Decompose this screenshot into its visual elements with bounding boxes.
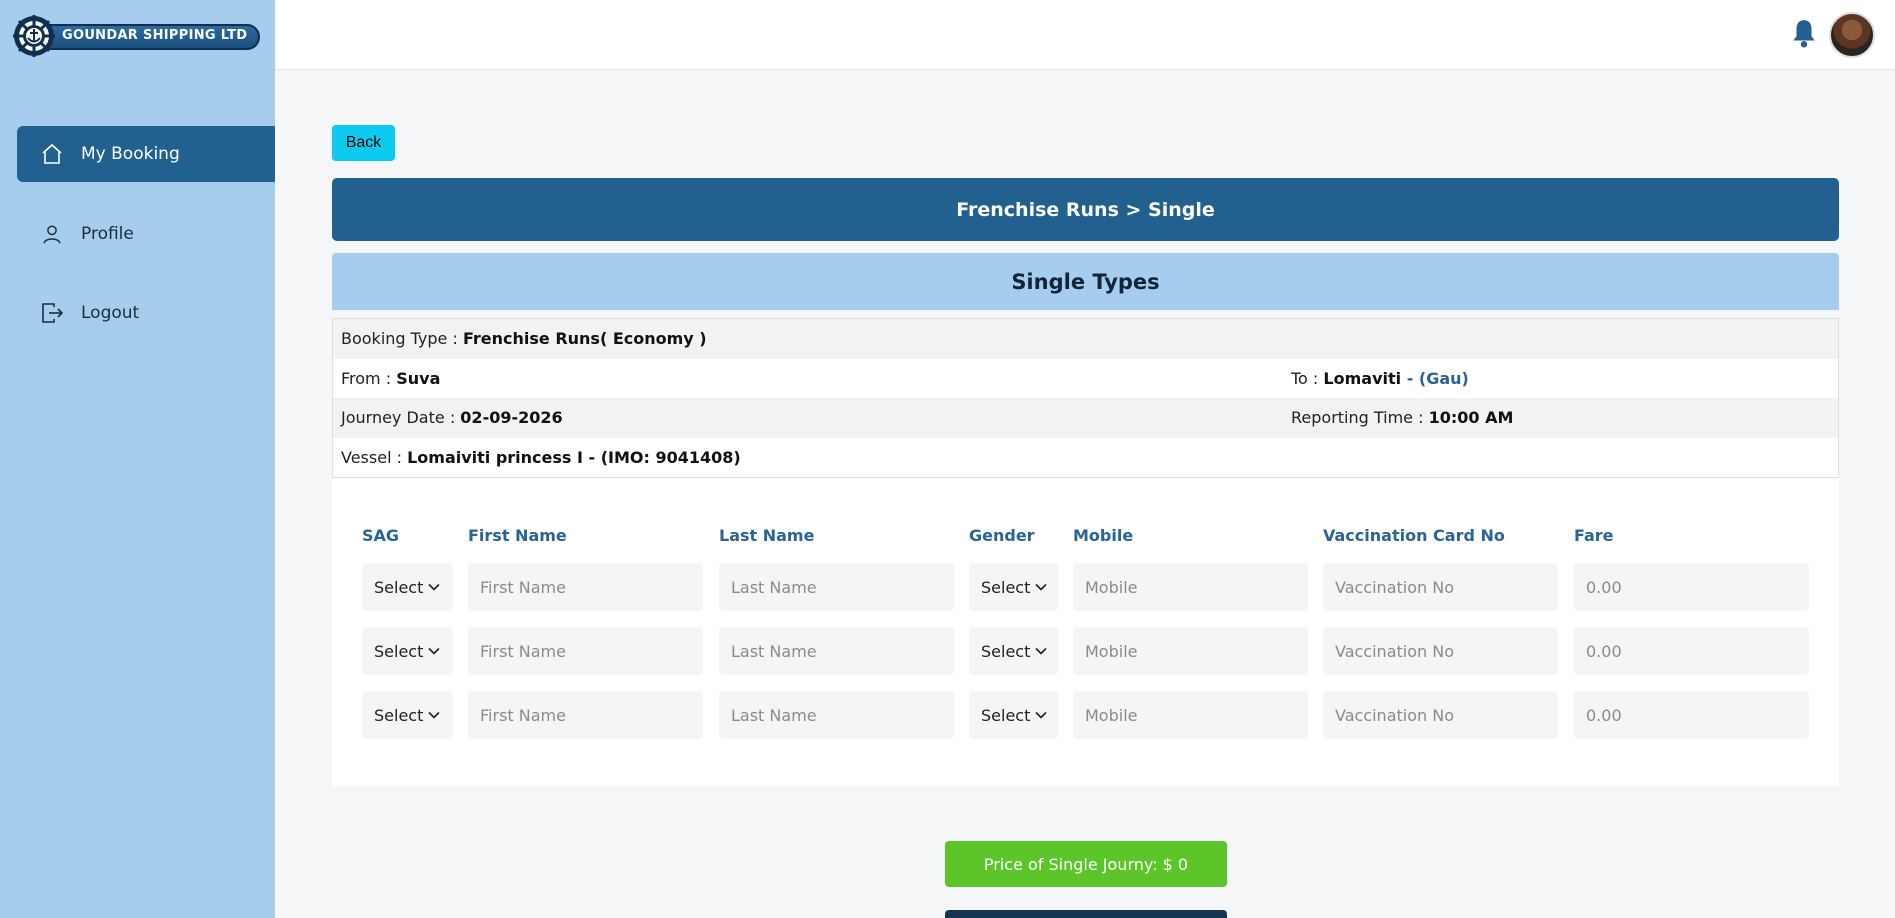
fare-field: 0.00 — [1574, 627, 1809, 675]
back-button[interactable]: Back — [332, 125, 395, 161]
logout-icon — [39, 300, 65, 326]
fare-field: 0.00 — [1574, 691, 1809, 739]
reporting-time-label: Reporting Time : — [1291, 408, 1424, 428]
brand-name: GOUNDAR SHIPPING LTD — [62, 28, 248, 43]
vessel-row: Vessel : Lomaiviti princess I - (IMO: 90… — [333, 438, 1838, 478]
user-avatar[interactable] — [1829, 12, 1875, 58]
sidebar-item-label: My Booking — [81, 144, 180, 164]
chevron-down-icon — [1035, 711, 1047, 719]
chevron-down-icon — [1035, 583, 1047, 591]
header-mobile: Mobile — [1073, 526, 1134, 545]
sag-select-value: Select — [374, 641, 424, 661]
route-row: From : Suva To : Lomaviti - (Gau) — [333, 359, 1838, 399]
vaccination-input[interactable]: Vaccination No — [1323, 691, 1558, 739]
last-name-input[interactable]: Last Name — [719, 563, 954, 611]
to-label: To : — [1291, 368, 1319, 388]
gender-select-value: Select — [981, 705, 1031, 725]
booking-info-table: Booking Type : Frenchise Runs( Economy )… — [332, 318, 1839, 478]
to-value: Lomaviti — [1323, 368, 1402, 388]
journey-date-label: Journey Date : — [341, 408, 456, 428]
mobile-input[interactable]: Mobile — [1073, 563, 1308, 611]
booking-type-value: Frenchise Runs( Economy ) — [462, 329, 707, 349]
last-name-input[interactable]: Last Name — [719, 691, 954, 739]
chevron-down-icon — [1035, 647, 1047, 655]
sag-select-value: Select — [374, 577, 424, 597]
brand-logo[interactable]: GOUNDAR SHIPPING LTD — [12, 14, 260, 58]
chevron-down-icon — [428, 711, 440, 719]
last-name-input[interactable]: Last Name — [719, 627, 954, 675]
date-row: Journey Date : 02-09-2026 Reporting Time… — [333, 398, 1838, 438]
chevron-down-icon — [428, 647, 440, 655]
vessel-value: Lomaiviti princess I - (IMO: 9041408) — [407, 447, 741, 467]
mobile-input[interactable]: Mobile — [1073, 691, 1308, 739]
sidebar-item-my-booking[interactable]: My Booking — [17, 126, 275, 182]
gender-select[interactable]: Select — [969, 691, 1058, 739]
vaccination-input[interactable]: Vaccination No — [1323, 627, 1558, 675]
vessel-label: Vessel : — [341, 447, 402, 467]
first-name-input[interactable]: First Name — [468, 563, 703, 611]
sidebar-item-label: Logout — [81, 303, 140, 323]
price-button[interactable]: Price of Single Journy: $ 0 — [945, 841, 1227, 887]
header-vaccination: Vaccination Card No — [1323, 526, 1505, 545]
booking-type-row: Booking Type : Frenchise Runs( Economy ) — [333, 319, 1838, 359]
header-sag: SAG — [362, 526, 400, 545]
sidebar: GOUNDAR SHIPPING LTD My Booking Profile … — [0, 0, 275, 918]
fare-field: 0.00 — [1574, 563, 1809, 611]
reporting-group: Reporting Time : 10:00 AM — [1291, 408, 1513, 427]
sag-select[interactable]: Select — [362, 691, 453, 739]
bell-icon[interactable] — [1791, 18, 1817, 48]
gender-select-value: Select — [981, 577, 1031, 597]
reporting-time-value: 10:00 AM — [1428, 408, 1514, 428]
to-suffix: - (Gau) — [1401, 368, 1469, 388]
sag-select[interactable]: Select — [362, 627, 453, 675]
top-bar — [275, 0, 1895, 70]
sidebar-item-profile[interactable]: Profile — [17, 206, 275, 262]
sidebar-item-label: Profile — [81, 224, 134, 244]
first-name-input[interactable]: First Name — [468, 691, 703, 739]
first-name-input[interactable]: First Name — [468, 627, 703, 675]
passenger-form: SAG First Name Last Name Gender Mobile V… — [332, 478, 1839, 786]
sag-select[interactable]: Select — [362, 563, 453, 611]
section-title: Single Types — [332, 253, 1839, 310]
vaccination-input[interactable]: Vaccination No — [1323, 563, 1558, 611]
header-first-name: First Name — [468, 526, 567, 545]
booking-type-label: Booking Type : — [341, 329, 458, 349]
from-label: From : — [341, 368, 392, 388]
header-fare: Fare — [1574, 526, 1614, 545]
from-value: Suva — [396, 368, 441, 388]
page-title: Frenchise Runs > Single — [332, 178, 1839, 241]
gender-select[interactable]: Select — [969, 563, 1058, 611]
gender-select[interactable]: Select — [969, 627, 1058, 675]
mobile-input[interactable]: Mobile — [1073, 627, 1308, 675]
user-icon — [39, 221, 65, 247]
journey-date-value: 02-09-2026 — [460, 408, 563, 428]
header-last-name: Last Name — [719, 526, 815, 545]
ship-wheel-icon — [13, 15, 55, 57]
submit-button[interactable] — [945, 910, 1227, 918]
to-group: To : Lomaviti - (Gau) — [1291, 369, 1469, 388]
header-gender: Gender — [969, 526, 1035, 545]
home-icon — [39, 141, 65, 167]
chevron-down-icon — [428, 583, 440, 591]
sidebar-item-logout[interactable]: Logout — [17, 285, 275, 341]
gender-select-value: Select — [981, 641, 1031, 661]
sag-select-value: Select — [374, 705, 424, 725]
